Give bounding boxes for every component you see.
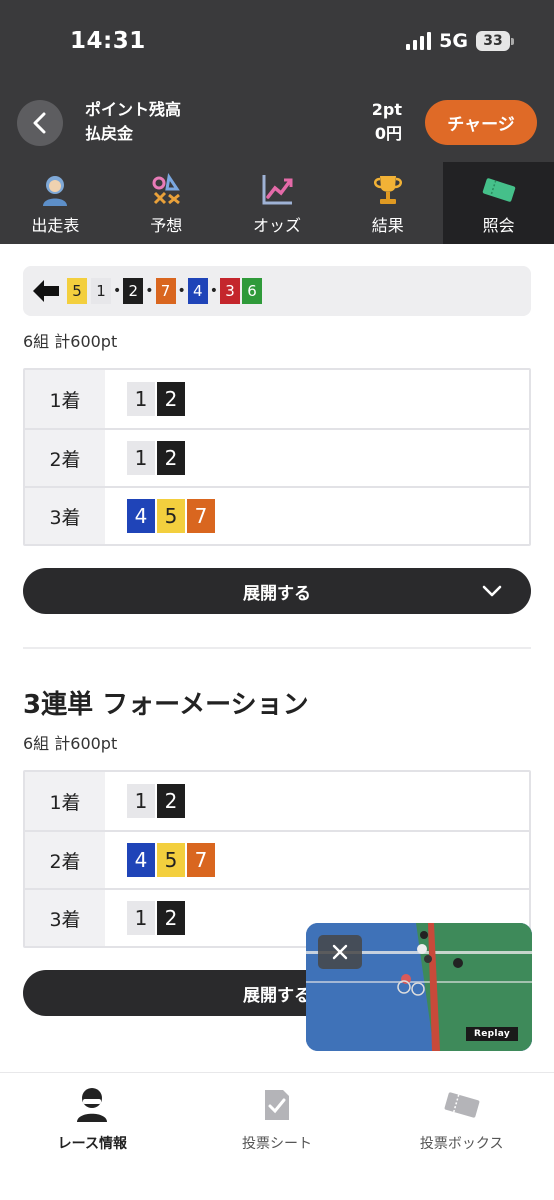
tab-label: 照会 bbox=[482, 216, 515, 235]
balance-values: 2pt 0円 bbox=[372, 98, 402, 146]
pick-chip: 2 bbox=[123, 278, 144, 304]
vote-sheet-icon bbox=[257, 1085, 297, 1125]
rank-numbers: 1 2 bbox=[105, 772, 529, 830]
expand-label: 展開する bbox=[243, 583, 311, 604]
number-chip: 2 bbox=[157, 441, 185, 475]
chevron-left-icon bbox=[33, 112, 46, 134]
table-row: 2着 1 2 bbox=[25, 428, 529, 486]
tab-odds[interactable]: オッズ bbox=[222, 162, 333, 244]
battery-icon: 33 bbox=[476, 31, 514, 51]
pick-chip: 7 bbox=[155, 278, 176, 304]
prediction-icon bbox=[148, 172, 184, 208]
status-bar: 14:31 5G 33 bbox=[0, 0, 554, 82]
rank-label: 2着 bbox=[25, 832, 105, 888]
status-time: 14:31 bbox=[70, 28, 146, 54]
points-value: 2pt bbox=[371, 100, 402, 119]
number-chip: 2 bbox=[157, 901, 185, 935]
expand-button[interactable]: 展開する bbox=[23, 568, 531, 614]
signal-icon bbox=[406, 32, 432, 50]
pick-chip: 3 bbox=[220, 278, 241, 304]
nav-race-info[interactable]: レース情報 bbox=[0, 1073, 185, 1200]
table-row: 3着 4 5 7 bbox=[25, 486, 529, 544]
number-chip: 2 bbox=[157, 382, 185, 416]
chevron-down-icon bbox=[482, 585, 502, 597]
nav-vote-sheet[interactable]: 投票シート bbox=[185, 1073, 370, 1200]
pick-order-bar: 5 1 • 2 • 7 • 4 • 3 6 bbox=[23, 266, 531, 316]
bet-table: 1着 1 2 2着 4 5 7 3着 1 2 bbox=[23, 770, 531, 948]
number-chip: 4 bbox=[127, 499, 155, 533]
app-header: ポイント残高 払戻金 2pt 0円 チャージ bbox=[0, 82, 554, 162]
number-chip: 1 bbox=[127, 382, 155, 416]
back-button[interactable] bbox=[17, 100, 63, 146]
tab-label: 出走表 bbox=[31, 216, 80, 235]
pick-chip: 4 bbox=[187, 278, 208, 304]
arrow-left-icon bbox=[33, 280, 59, 302]
tab-label: オッズ bbox=[252, 216, 301, 235]
number-chip: 2 bbox=[157, 784, 185, 818]
number-chip: 5 bbox=[157, 499, 185, 533]
number-chip: 1 bbox=[127, 901, 155, 935]
number-chip: 7 bbox=[187, 843, 215, 877]
racer-icon bbox=[72, 1085, 112, 1125]
tab-entries[interactable]: 出走表 bbox=[0, 162, 111, 244]
points-label: ポイント残高 bbox=[85, 100, 182, 119]
section-divider bbox=[23, 647, 531, 649]
table-row: 1着 1 2 bbox=[25, 772, 529, 830]
rank-label: 2着 bbox=[25, 430, 105, 486]
chart-line-icon bbox=[259, 172, 295, 208]
pick-chip: 1 bbox=[91, 278, 111, 304]
section-title: 3連単 フォーメーション bbox=[23, 690, 309, 720]
table-row: 1着 1 2 bbox=[25, 370, 529, 428]
rank-numbers: 1 2 bbox=[105, 430, 529, 486]
vote-box-icon bbox=[442, 1085, 482, 1125]
bet-table: 1着 1 2 2着 1 2 3着 4 5 7 bbox=[23, 368, 531, 546]
table-row: 2着 4 5 7 bbox=[25, 830, 529, 888]
tab-inquiry[interactable]: 照会 bbox=[443, 162, 554, 244]
pick-chip: 5 bbox=[67, 278, 87, 304]
rank-label: 1着 bbox=[25, 370, 105, 428]
rank-numbers: 4 5 7 bbox=[105, 488, 529, 544]
bottom-navigation: レース情報 投票シート 投票ボックス bbox=[0, 1072, 554, 1200]
refund-value: 0円 bbox=[374, 124, 402, 143]
rank-label: 3着 bbox=[25, 488, 105, 544]
close-icon bbox=[332, 944, 348, 960]
rank-label: 3着 bbox=[25, 890, 105, 946]
tab-results[interactable]: 結果 bbox=[332, 162, 443, 244]
balance-labels: ポイント残高 払戻金 bbox=[85, 98, 181, 146]
nav-label: 投票シート bbox=[242, 1136, 312, 1152]
network-type: 5G bbox=[439, 30, 468, 52]
bet-count: 6組 計600pt bbox=[23, 332, 118, 351]
racer-icon bbox=[37, 172, 73, 208]
number-chip: 5 bbox=[157, 843, 185, 877]
charge-button[interactable]: チャージ bbox=[425, 100, 537, 145]
rank-numbers: 1 2 bbox=[105, 370, 529, 428]
tab-label: 予想 bbox=[150, 216, 183, 235]
replay-video-player[interactable]: Replay bbox=[306, 923, 532, 1051]
refund-label: 払戻金 bbox=[85, 124, 134, 143]
nav-label: レース情報 bbox=[57, 1136, 127, 1152]
close-video-button[interactable] bbox=[318, 935, 362, 969]
trophy-icon bbox=[370, 172, 406, 208]
tab-label: 結果 bbox=[371, 216, 404, 235]
number-chip: 1 bbox=[127, 784, 155, 818]
battery-level: 33 bbox=[476, 31, 510, 51]
rank-label: 1着 bbox=[25, 772, 105, 830]
bet-count: 6組 計600pt bbox=[23, 734, 118, 753]
nav-vote-box[interactable]: 投票ボックス bbox=[369, 1073, 554, 1200]
replay-badge: Replay bbox=[465, 1027, 518, 1041]
expand-label: 展開する bbox=[243, 985, 311, 1006]
number-chip: 1 bbox=[127, 441, 155, 475]
number-chip: 4 bbox=[127, 843, 155, 877]
status-indicators: 5G 33 bbox=[406, 30, 514, 52]
tab-bar: 出走表 予想 オッズ 結果 照会 bbox=[0, 162, 554, 244]
tab-prediction[interactable]: 予想 bbox=[111, 162, 222, 244]
ticket-icon bbox=[481, 172, 517, 208]
pick-chip: 6 bbox=[242, 278, 263, 304]
number-chip: 7 bbox=[187, 499, 215, 533]
rank-numbers: 4 5 7 bbox=[105, 832, 529, 888]
nav-label: 投票ボックス bbox=[419, 1136, 504, 1152]
